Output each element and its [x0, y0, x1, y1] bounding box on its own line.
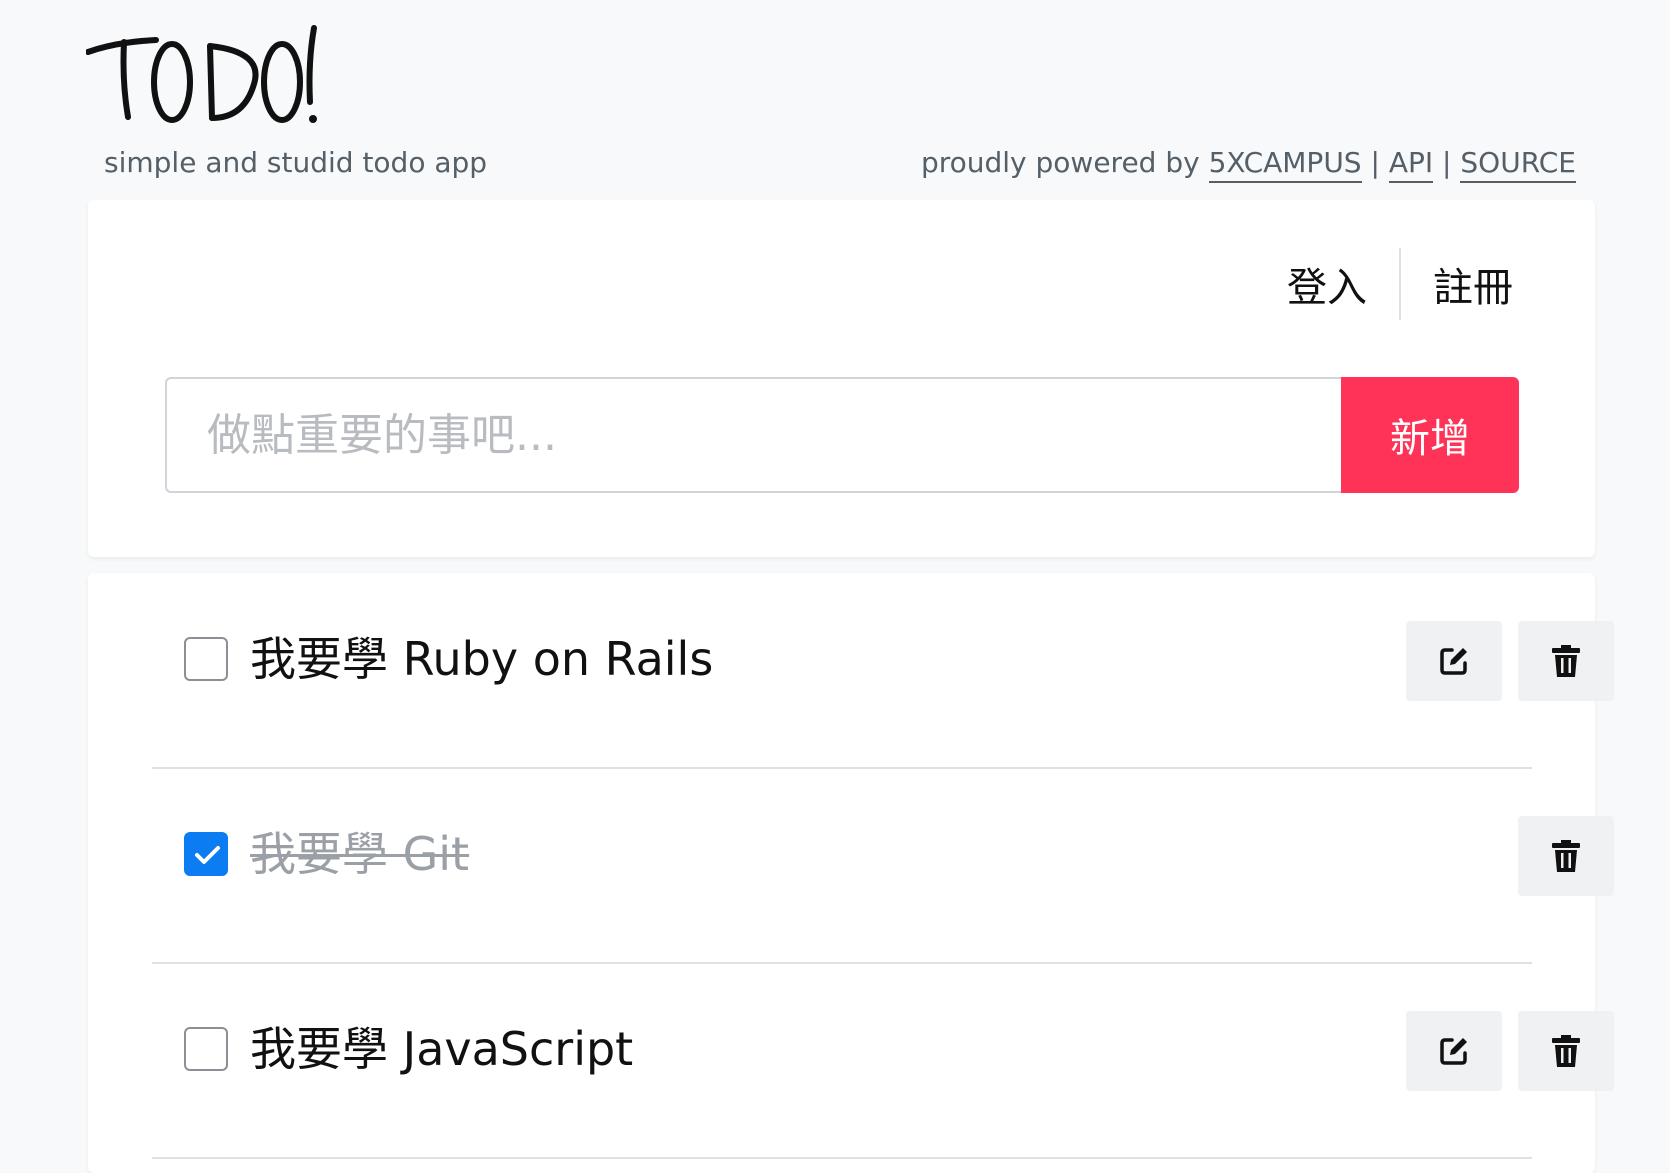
pencil-square-icon — [1440, 1038, 1467, 1065]
todo-checkbox[interactable] — [184, 637, 228, 681]
logo — [86, 22, 346, 140]
trash-icon — [1552, 840, 1580, 872]
delete-button[interactable] — [1518, 621, 1614, 701]
todo-text: 我要學 Git — [250, 827, 470, 881]
add-todo-card: 登入 註冊 新增 — [88, 200, 1595, 557]
link-5xcampus[interactable]: 5XCAMPUS — [1208, 146, 1362, 183]
link-separator: | — [1442, 146, 1452, 179]
add-button[interactable]: 新增 — [1341, 377, 1519, 493]
todo-item: 我要學 JavaScript — [152, 963, 1614, 1159]
link-source[interactable]: SOURCE — [1460, 146, 1576, 183]
link-api[interactable]: API — [1388, 146, 1434, 183]
todo-checkbox[interactable] — [184, 1027, 228, 1071]
register-link[interactable]: 註冊 — [1401, 255, 1513, 313]
logo-handwritten-todo — [86, 25, 317, 123]
todo-checkbox[interactable] — [184, 832, 228, 876]
delete-button[interactable] — [1518, 816, 1614, 896]
powered-by: proudly powered by 5XCAMPUS | API | SOUR… — [920, 146, 1576, 183]
todo-input[interactable] — [165, 377, 1341, 493]
add-todo-form: 新增 — [165, 377, 1519, 493]
trash-icon — [1552, 1035, 1580, 1067]
pencil-square-icon — [1440, 648, 1467, 675]
todo-item: 我要學 Ruby on Rails — [152, 573, 1614, 769]
header: simple and studid todo app proudly power… — [0, 0, 1670, 200]
todo-text: 我要學 Ruby on Rails — [250, 632, 714, 686]
todo-item: 我要學 Git — [152, 768, 1614, 964]
checkmark-icon — [195, 846, 220, 864]
delete-button[interactable] — [1518, 1011, 1614, 1091]
edit-button[interactable] — [1406, 1011, 1502, 1091]
login-link[interactable]: 登入 — [1255, 255, 1399, 313]
auth-links: 登入 註冊 — [1255, 248, 1513, 320]
link-separator: | — [1370, 146, 1380, 179]
todo-list-card: 我要學 Ruby on Rails 我要學 Git 我要學 JavaScript — [88, 573, 1614, 1173]
tagline: simple and studid todo app — [104, 146, 488, 179]
todo-text: 我要學 JavaScript — [250, 1022, 634, 1076]
edit-button[interactable] — [1406, 621, 1502, 701]
trash-icon — [1552, 645, 1580, 677]
powered-prefix: proudly powered by — [920, 146, 1200, 179]
